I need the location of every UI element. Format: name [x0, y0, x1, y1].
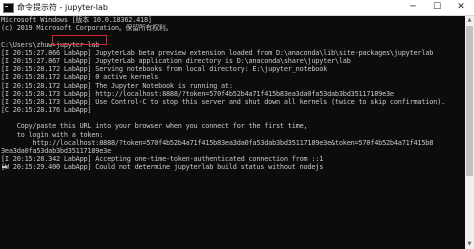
scroll-up-arrow-icon[interactable]: ▲ — [465, 16, 474, 25]
scrollbar-thumb[interactable] — [466, 26, 473, 176]
console-line: [I 20:15:27.866 LabApp] JupyterLab beta … — [1, 48, 434, 57]
console-line: 3ea3da0fa53dab3bd35117189e3e — [1, 147, 111, 155]
console-line: Microsoft Windows [版本 10.0.18362.418] — [1, 16, 152, 24]
command-prompt-icon — [3, 3, 14, 13]
minimize-button[interactable]: ─ — [402, 0, 424, 15]
maximize-button[interactable]: ☐ — [426, 0, 448, 15]
console-line: to login with a token: — [1, 130, 104, 139]
title-bar[interactable]: 命令提示符 - jupyter-lab ─ ☐ ✕ — [0, 0, 474, 16]
scroll-down-arrow-icon[interactable]: ▼ — [465, 240, 474, 249]
console-line: http://localhost:8888/?token=570f4b52b4a… — [1, 138, 434, 147]
console-line: Copy/paste this URL into your browser wh… — [1, 122, 308, 131]
console-line: [I 20:15:28.173 LabApp] http://localhost… — [1, 89, 394, 98]
vertical-scrollbar[interactable]: ▲ ▼ — [465, 16, 474, 249]
command-highlight-box — [52, 35, 107, 45]
console-line: [W 20:15:29.400 LabApp] Could not determ… — [1, 163, 324, 172]
console-line: [I 20:15:27.867 LabApp] JupyterLab appli… — [1, 56, 351, 65]
console-line: [C 20:15:28.176 LabApp] — [1, 106, 92, 115]
console-line: [I 20:15:28.172 LabApp] 0 active kernels — [1, 73, 159, 82]
console-line: [I 20:15:28.342 LabApp] Accepting one-ti… — [1, 155, 324, 164]
text-cursor — [2, 166, 7, 168]
console-output[interactable]: Microsoft Windows [版本 10.0.18362.418] (c… — [0, 16, 465, 249]
console-line: [I 20:15:28.172 LabApp] Serving notebook… — [1, 65, 328, 74]
close-button[interactable]: ✕ — [450, 0, 472, 15]
window-title: 命令提示符 - jupyter-lab — [17, 3, 109, 12]
cmd-window: 命令提示符 - jupyter-lab ─ ☐ ✕ Microsoft Wind… — [0, 0, 474, 249]
console-line: (c) 2019 Microsoft Corporation。保留所有权利。 — [1, 24, 173, 33]
console-line: [I 20:15:28.172 LabApp] The Jupyter Note… — [1, 81, 233, 90]
console-line: [I 20:15:28.173 LabApp] Use Control-C to… — [1, 97, 445, 106]
